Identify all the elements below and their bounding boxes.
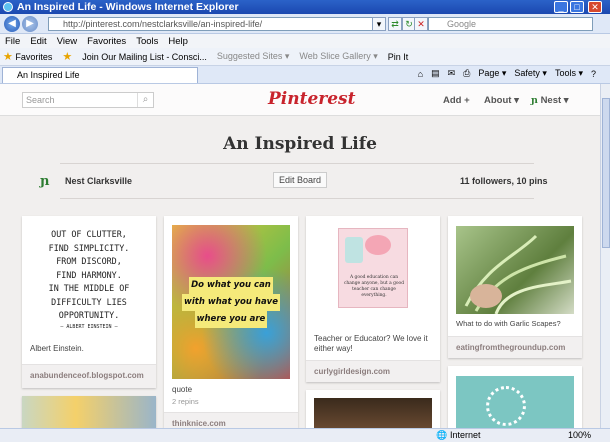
- pin-quote: OUT OF CLUTTER, FIND SIMPLICITY. FROM DI…: [48, 229, 130, 330]
- pin-card[interactable]: What to do with Garlic Scapes? eatingfro…: [448, 216, 582, 358]
- pin-repins: 2 repins: [172, 397, 199, 406]
- add-favorite-icon[interactable]: ★: [62, 50, 72, 63]
- page-content: Search ⌕ Pinterest Add + About ▾ ɲ Nest …: [0, 84, 600, 428]
- print-icon[interactable]: ⎙: [463, 68, 470, 79]
- menu-help[interactable]: Help: [168, 36, 188, 47]
- maximize-button[interactable]: □: [570, 1, 584, 13]
- tab-an-inspired-life[interactable]: An Inspired Life: [2, 67, 198, 83]
- edit-board-button[interactable]: Edit Board: [273, 172, 327, 188]
- status-bar: 🌐 Internet 100%: [0, 428, 610, 442]
- pin-caption: Teacher or Educator? We love it either w…: [314, 334, 428, 353]
- pin-image: [456, 226, 574, 314]
- pin-source[interactable]: eatingfromthegroundup.com: [448, 336, 582, 358]
- menu-file[interactable]: File: [5, 36, 20, 47]
- garlic-scapes-illustration: [464, 234, 572, 314]
- pinterest-logo[interactable]: Pinterest: [268, 89, 355, 109]
- pin-source[interactable]: curlygirldesign.com: [306, 360, 440, 382]
- pin-caption: Albert Einstein.: [30, 344, 84, 353]
- dropdown-icon[interactable]: ▾: [372, 17, 386, 31]
- pin-caption: What to do with Garlic Scapes?: [456, 319, 561, 328]
- menu-view[interactable]: View: [57, 36, 77, 47]
- command-bar: ⌂ ▤ ✉ ⎙ Page ▾ Safety ▾ Tools ▾ ?: [418, 68, 596, 79]
- pin-source[interactable]: thinknice.com: [164, 412, 298, 428]
- pinterest-header: Search ⌕ Pinterest Add + About ▾ ɲ Nest …: [0, 84, 600, 116]
- tools-menu[interactable]: Tools ▾: [555, 68, 583, 79]
- pinterest-search-input[interactable]: Search ⌕: [22, 92, 154, 108]
- stop-icon[interactable]: ✕: [414, 17, 428, 31]
- fav-item-webslice[interactable]: Web Slice Gallery ▾: [299, 51, 377, 62]
- address-bar: ◀ ▶ http://pinterest.com/nestclarksville…: [0, 14, 610, 34]
- menu-bar: File Edit View Favorites Tools Help: [0, 34, 610, 48]
- pin-image: Do what you can with what you have where…: [172, 225, 290, 379]
- board-stats: 11 followers, 10 pins: [460, 176, 548, 186]
- help-icon[interactable]: ?: [591, 69, 596, 79]
- zoom-level[interactable]: 100%: [568, 430, 591, 440]
- minimize-button[interactable]: _: [554, 1, 568, 13]
- divider: [60, 198, 534, 199]
- board-title: An Inspired Life: [223, 134, 377, 154]
- owner-name[interactable]: Nest Clarksville: [65, 176, 132, 186]
- user-menu[interactable]: ɲ Nest ▾: [531, 95, 569, 106]
- pin-caption: quote: [172, 385, 193, 394]
- fav-item-pinit[interactable]: Pin It: [388, 52, 409, 62]
- globe-icon: 🌐: [436, 430, 448, 440]
- compat-icon[interactable]: ⇄: [388, 17, 402, 31]
- about-menu[interactable]: About ▾: [484, 95, 519, 106]
- pin-image: A good education can change anyone, but …: [338, 228, 408, 308]
- pin-card[interactable]: A good education can change anyone, but …: [306, 216, 440, 382]
- pin-card[interactable]: OUT OF CLUTTER, FIND SIMPLICITY. FROM DI…: [22, 216, 156, 388]
- forward-button[interactable]: ▶: [22, 16, 38, 32]
- pin-source[interactable]: anabundenceof.blogspot.com: [22, 364, 156, 388]
- mail-icon[interactable]: ✉: [448, 68, 456, 79]
- vertical-scrollbar[interactable]: [600, 84, 610, 428]
- url-field[interactable]: http://pinterest.com/nestclarksville/an-…: [48, 17, 378, 31]
- tab-row: An Inspired Life ⌂ ▤ ✉ ⎙ Page ▾ Safety ▾…: [0, 66, 610, 84]
- window-title: An Inspired Life - Windows Internet Expl…: [17, 1, 239, 13]
- safety-menu[interactable]: Safety ▾: [514, 68, 547, 79]
- menu-favorites[interactable]: Favorites: [87, 36, 126, 47]
- ie-icon: [3, 2, 13, 12]
- search-icon[interactable]: ⌕: [137, 93, 153, 107]
- menu-edit[interactable]: Edit: [30, 36, 46, 47]
- feeds-icon[interactable]: ▤: [431, 68, 440, 79]
- pin-card[interactable]: [306, 390, 440, 428]
- page-menu[interactable]: Page ▾: [478, 68, 506, 79]
- back-button[interactable]: ◀: [4, 16, 20, 32]
- favorites-bar: ★ Favorites ★ Join Our Mailing List - Co…: [0, 48, 610, 66]
- user-avatar: ɲ: [531, 95, 538, 106]
- favorites-button[interactable]: ★ Favorites: [3, 50, 52, 63]
- pin-card[interactable]: [22, 396, 156, 428]
- home-icon[interactable]: ⌂: [418, 69, 423, 79]
- window-titlebar: An Inspired Life - Windows Internet Expl…: [0, 0, 610, 14]
- zone-label: Internet: [450, 430, 481, 440]
- star-icon: ★: [3, 51, 13, 63]
- scrollbar-thumb[interactable]: [602, 98, 610, 248]
- pin-card[interactable]: [448, 366, 582, 428]
- fav-item-suggested[interactable]: Suggested Sites ▾: [217, 51, 290, 62]
- divider: [60, 163, 534, 164]
- close-button[interactable]: ✕: [588, 1, 602, 13]
- add-menu[interactable]: Add +: [443, 95, 470, 106]
- pin-card[interactable]: Do what you can with what you have where…: [164, 216, 298, 428]
- owner-avatar[interactable]: ɲ: [40, 174, 49, 189]
- menu-tools[interactable]: Tools: [136, 36, 158, 47]
- fav-item-mailing[interactable]: Join Our Mailing List - Consci...: [82, 52, 207, 62]
- search-field[interactable]: Google: [428, 17, 593, 31]
